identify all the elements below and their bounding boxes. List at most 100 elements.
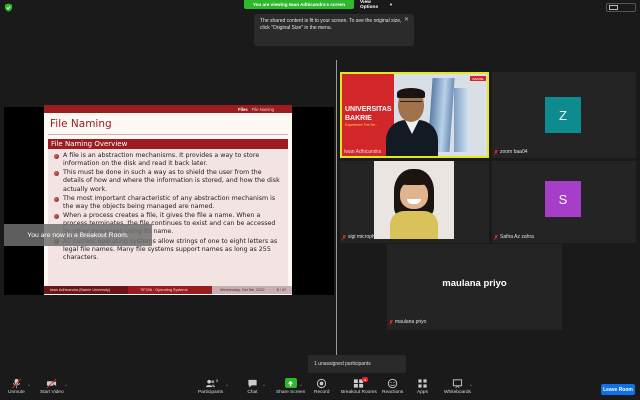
participant-label: zoom baa04 xyxy=(494,149,528,155)
breakout-room-toast: You are now in a Breakout Room. xyxy=(4,224,152,246)
bullet-icon xyxy=(54,171,59,177)
participant-label: maulana priyo xyxy=(389,319,426,325)
chat-button[interactable]: Chat xyxy=(247,378,258,395)
person-video xyxy=(400,101,422,105)
chevron-up-icon[interactable]: ^ xyxy=(300,383,302,388)
slide-title-rule xyxy=(48,134,288,135)
slide-footer-date: Wednesday, Oct 5th, 2022 xyxy=(220,288,265,292)
slide-section: Files xyxy=(238,106,248,112)
fullscreen-toggle[interactable] xyxy=(606,3,636,12)
participant-name: sigi microphone xyxy=(348,234,384,240)
fullscreen-icon xyxy=(609,5,618,10)
apps-button[interactable]: Apps xyxy=(417,378,428,395)
mic-muted-icon xyxy=(342,234,346,240)
participant-display-name: maulana priyo xyxy=(442,278,507,289)
video-tile-maulana[interactable]: maulana priyo maulana priyo xyxy=(387,244,562,330)
video-off-icon xyxy=(46,378,57,389)
record-icon xyxy=(317,378,327,389)
avatar: S xyxy=(545,181,581,217)
mic-muted-icon xyxy=(389,319,393,325)
person-video xyxy=(400,181,428,209)
whiteboard-icon xyxy=(452,379,463,389)
slide-footer-page: 6 / 47 xyxy=(276,288,287,292)
start-video-label: Start Video xyxy=(40,390,64,395)
bullet-icon xyxy=(54,196,59,202)
mic-muted-icon xyxy=(494,234,498,240)
smiley-icon xyxy=(387,378,398,389)
slide-subsection: File Naming xyxy=(251,106,274,112)
viewing-screen-banner: You are viewing Iwan Adhicandra's screen xyxy=(244,0,354,9)
list-item: A file is an abstraction mechanisms. It … xyxy=(54,152,284,168)
participant-name: Iwan Adhicandra xyxy=(344,149,381,155)
unmute-button[interactable]: Unmute xyxy=(8,378,25,395)
block-body: A file is an abstraction mechanisms. It … xyxy=(48,149,288,289)
chevron-down-icon: ▼ xyxy=(389,2,393,7)
slide-title: File Naming xyxy=(50,118,112,130)
chevron-up-icon[interactable]: ^ xyxy=(226,383,228,388)
chevron-up-icon[interactable]: ^ xyxy=(263,383,265,388)
participant-name: Safira Az zahra xyxy=(500,234,534,240)
slide-nav-bar: Files File Naming xyxy=(44,105,292,113)
reactions-button[interactable]: Reactions xyxy=(382,378,403,395)
bullet-text: This must be done in such a way as to sh… xyxy=(63,169,280,193)
unmute-label: Unmute xyxy=(8,390,25,395)
bullet-text: A file is an abstraction mechanisms. It … xyxy=(63,152,260,168)
slide-footer-author: Iwan Adhicandra (Bakrie University) xyxy=(44,286,128,294)
person-video xyxy=(397,88,425,98)
start-video-button[interactable]: Start Video xyxy=(40,378,64,395)
presentation-slide: Files File Naming File Naming File Namin… xyxy=(44,105,292,295)
mic-muted-icon xyxy=(11,378,21,389)
close-icon[interactable]: ✕ xyxy=(404,17,409,24)
view-options-label: View Options xyxy=(360,0,379,10)
video-tile-zoom[interactable]: Z zoom baa04 xyxy=(492,72,636,158)
chevron-up-icon[interactable]: ^ xyxy=(65,383,67,388)
video-tile-sigi[interactable]: sigi microphone xyxy=(340,161,489,243)
view-options-button[interactable]: View Options ▼ xyxy=(357,0,393,10)
participants-button[interactable]: Participants xyxy=(198,378,223,395)
participant-name: maulana priyo xyxy=(395,319,427,325)
chat-label: Chat xyxy=(247,390,258,395)
virtual-background-tagline: Experience The Ne... xyxy=(345,123,378,127)
slide-footer-course: TIF206 : Operating Systems xyxy=(128,286,212,294)
participants-label: Participants xyxy=(198,390,224,395)
person-video xyxy=(398,173,430,185)
slide-footer-info: Wednesday, Oct 5th, 2022 6 / 47 xyxy=(212,286,292,294)
bullet-icon xyxy=(54,214,59,220)
record-button[interactable]: Record xyxy=(314,378,329,395)
avatar: Z xyxy=(545,97,581,133)
reactions-label: Reactions xyxy=(382,390,404,395)
notification-badge: ● xyxy=(362,377,368,382)
participant-label: sigi microphone xyxy=(342,234,383,240)
zoom-window: You are viewing Iwan Adhicandra's screen… xyxy=(0,0,640,400)
share-screen-icon xyxy=(284,378,297,388)
logo: BAKRIE xyxy=(470,76,486,81)
bullet-icon xyxy=(54,153,59,159)
whiteboards-button[interactable]: Whiteboards xyxy=(444,378,471,395)
participant-label: Safira Az zahra xyxy=(494,234,534,240)
bullet-text: The most important characteristic of any… xyxy=(63,194,276,210)
chat-icon xyxy=(248,379,257,388)
video-tile-safira[interactable]: S Safira Az zahra xyxy=(492,161,636,243)
participants-count: 5 xyxy=(216,378,219,383)
breakout-rooms-button[interactable]: Breakout Rooms xyxy=(341,378,377,395)
chevron-up-icon[interactable]: ^ xyxy=(28,383,30,388)
video-tile-iwan[interactable]: UNIVERSITAS BAKRIE Experience The Ne... B… xyxy=(340,72,489,158)
list-item: This must be done in such a way as to sh… xyxy=(54,169,284,193)
whiteboards-label: Whiteboards xyxy=(444,390,471,395)
unassigned-participants-notice[interactable]: 1 unassigned participants xyxy=(308,355,406,373)
shield-icon[interactable] xyxy=(4,3,13,12)
split-divider[interactable] xyxy=(336,60,337,360)
list-item: The most important characteristic of any… xyxy=(54,195,284,211)
chevron-up-icon[interactable]: ^ xyxy=(470,383,472,388)
person-video xyxy=(390,211,438,239)
block-title: File Naming Overview xyxy=(48,139,288,149)
participants-icon xyxy=(205,379,216,388)
fit-screen-tooltip: The shared content is fit to your screen… xyxy=(254,14,414,46)
tooltip-text: The shared content is fit to your screen… xyxy=(260,18,402,31)
building-image xyxy=(454,88,468,152)
apps-label: Apps xyxy=(417,390,428,395)
apps-icon xyxy=(418,379,427,388)
share-screen-label: Share Screen xyxy=(276,390,306,395)
participant-video xyxy=(374,161,454,239)
leave-room-button[interactable]: Leave Room xyxy=(601,384,635,395)
